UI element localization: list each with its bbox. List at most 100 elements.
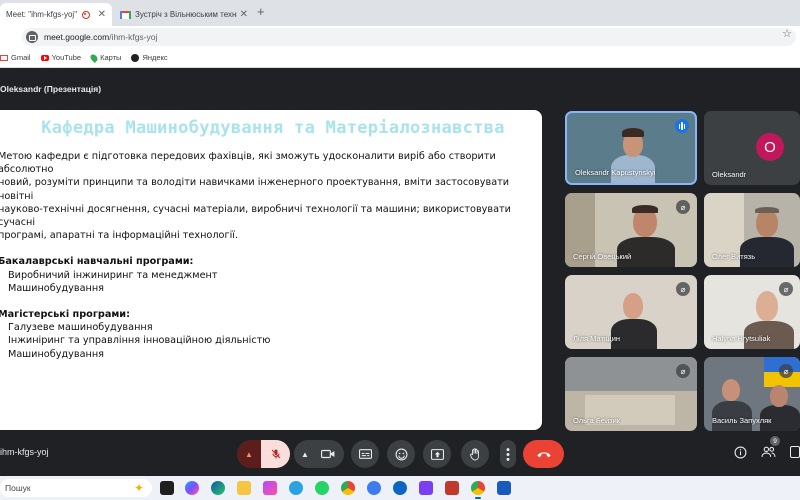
mic-off-icon: ⌀: [779, 282, 793, 296]
bookmark-label: Карты: [100, 53, 122, 62]
mic-off-icon: ⌀: [676, 364, 690, 378]
bookmark-youtube[interactable]: YouTube: [40, 53, 82, 62]
captions-icon: [358, 449, 372, 459]
chrome-icon[interactable]: [471, 481, 485, 495]
slide-title: Кафедра Машинобудування та Матеріалознав…: [41, 118, 505, 138]
raise-hand-icon: [470, 447, 479, 460]
master-heading: Магістерські програми:: [0, 309, 130, 321]
search-placeholder: Пошук: [5, 483, 31, 493]
bookmark-label: Gmail: [11, 53, 31, 62]
tab-strip: Meet: "ihm-kfgs-yoj" ✕ Зустріч з Вільнюс…: [0, 0, 800, 26]
bookmark-label: YouTube: [51, 53, 82, 62]
more-vert-icon: [506, 447, 510, 461]
windows-taskbar: Пошук ✦: [0, 476, 800, 500]
new-tab-button[interactable]: +: [257, 4, 265, 19]
mic-toggle-button[interactable]: [261, 440, 290, 468]
participant-tile[interactable]: O Oleksandr: [704, 111, 800, 185]
list-item: Виробничий інжиниринг та менеджмент: [8, 269, 218, 281]
list-item: Машинобудування: [8, 348, 104, 360]
info-button[interactable]: [734, 446, 747, 462]
end-call-button[interactable]: [523, 440, 564, 468]
mic-off-icon: ⌀: [676, 200, 690, 214]
call-end-icon: [536, 452, 551, 458]
meeting-code: ihm-kfgs-yoj: [0, 447, 49, 457]
participant-name: Василь Запухляк: [712, 416, 772, 425]
app-icon[interactable]: [419, 481, 433, 495]
more-options-button[interactable]: [500, 440, 516, 468]
present-button[interactable]: [423, 440, 451, 468]
participant-name: Oleksandr Kapustynskyi: [575, 168, 656, 177]
copilot-icon[interactable]: [185, 481, 199, 495]
participant-tile[interactable]: ⌀ Ліля Матіщин: [565, 275, 697, 349]
url-host: meet.google.com: [44, 32, 110, 42]
meet-header: Oleksandr (Презентація): [0, 68, 800, 108]
people-button[interactable]: [761, 446, 776, 461]
participant-name: Ліля Матіщин: [573, 334, 621, 343]
tab-meeting-vilnius[interactable]: Зустріч з Вільнюським технічн ✕: [114, 3, 254, 26]
taskbar-search[interactable]: Пошук ✦: [0, 479, 152, 497]
present-icon: [430, 448, 444, 460]
site-info-icon[interactable]: [26, 31, 38, 43]
mic-off-icon: [271, 449, 280, 459]
telegram-icon[interactable]: [289, 481, 303, 495]
camera-control-group[interactable]: ▲: [294, 440, 344, 468]
raise-hand-button[interactable]: [461, 440, 489, 468]
bookmark-gmail[interactable]: Gmail: [0, 53, 31, 62]
tab-meet[interactable]: Meet: "ihm-kfgs-yoj" ✕: [0, 3, 112, 26]
tab-title: Зустріч з Вільнюським технічн: [135, 10, 237, 19]
captions-button[interactable]: [351, 440, 379, 468]
task-view-icon[interactable]: [160, 481, 174, 495]
bookmark-yandex[interactable]: Яндекс: [131, 53, 168, 62]
participant-name: Олег Витязь: [712, 252, 756, 261]
participant-tile[interactable]: Олег Витязь: [704, 193, 800, 267]
close-tab-icon[interactable]: ✕: [240, 9, 248, 20]
videocam-icon: [321, 449, 335, 459]
mic-control-group: ▲: [237, 440, 290, 468]
tab-title: Meet: "ihm-kfgs-yoj": [6, 10, 78, 19]
participant-name: Сергій Овецький: [573, 252, 632, 261]
list-item: Галузеве машинобудування: [8, 322, 153, 334]
emoji-button[interactable]: [387, 440, 415, 468]
recording-icon: [81, 10, 90, 19]
presentation-slide: Кафедра Машинобудування та Матеріалознав…: [0, 110, 542, 430]
mic-options-chevron-icon[interactable]: ▲: [237, 440, 261, 468]
file-explorer-icon[interactable]: [237, 481, 251, 495]
whatsapp-icon[interactable]: [315, 481, 329, 495]
chrome-icon[interactable]: [341, 481, 355, 495]
participant-tile[interactable]: ⌀ Halyna Hrytsuliak: [704, 275, 800, 349]
active-app-indicator: [475, 497, 481, 499]
participant-tile[interactable]: ⌀ Ольга Бейзик: [565, 357, 697, 431]
word-icon[interactable]: [497, 481, 511, 495]
bachelor-heading: Бакалаврські навчальні програми:: [0, 256, 194, 268]
bookmark-maps[interactable]: Карты: [89, 52, 122, 63]
app-icon[interactable]: [367, 481, 381, 495]
url-path: /ihm-kfgs-yoj: [109, 32, 158, 42]
store-icon[interactable]: [263, 481, 277, 495]
participant-tile[interactable]: ⌀ Сергій Овецький: [565, 193, 697, 267]
participant-name: Ольга Бейзик: [573, 416, 621, 425]
avatar: O: [756, 133, 784, 161]
info-icon: [734, 446, 747, 459]
presenter-label: Oleksandr (Презентація): [0, 84, 102, 94]
yandex-icon: [131, 53, 140, 62]
people-icon: [761, 446, 776, 457]
gmail-icon: [0, 54, 8, 61]
camera-options-chevron-icon[interactable]: ▲: [301, 450, 309, 459]
bachelor-list: Виробничий інжиниринг та менеджмент Маши…: [8, 269, 542, 295]
copilot-sparkle-icon: ✦: [133, 481, 144, 495]
close-tab-icon[interactable]: ✕: [98, 9, 106, 20]
edge-icon[interactable]: [211, 481, 225, 495]
participant-name: Halyna Hrytsuliak: [712, 334, 771, 343]
chat-icon[interactable]: [790, 446, 800, 458]
participant-tile[interactable]: ⌀ Василь Запухляк: [704, 357, 800, 431]
participant-tile[interactable]: Oleksandr Kapustynskyi: [565, 111, 697, 185]
app-icon[interactable]: [445, 481, 459, 495]
gmail-icon: [120, 10, 131, 19]
youtube-icon: [40, 54, 49, 61]
meet-controls-bar: ihm-kfgs-yoj ▲ ▲: [0, 432, 800, 476]
bookmark-star-icon[interactable]: ☆: [782, 27, 792, 40]
bookmark-label: Яндекс: [142, 53, 168, 62]
address-bar[interactable]: meet.google.com/ihm-kfgs-yoj: [22, 28, 796, 46]
app-icon[interactable]: [393, 481, 407, 495]
participants-count-badge: 9: [770, 436, 780, 446]
